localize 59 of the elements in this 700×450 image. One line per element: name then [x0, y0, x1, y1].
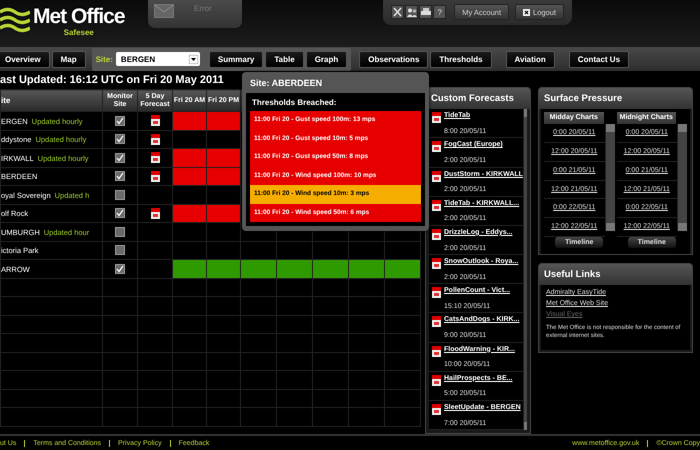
pdf-icon[interactable]: [432, 258, 441, 270]
column-header: ite: [0, 90, 102, 112]
scrollbar[interactable]: [604, 124, 614, 232]
pdf-icon[interactable]: [150, 208, 160, 219]
nav-button[interactable]: Contact Us: [568, 50, 630, 68]
printer-button[interactable]: [419, 5, 432, 19]
logo-subtitle: Safesee: [64, 28, 94, 37]
nav-button[interactable]: Graph: [306, 50, 348, 68]
tools-button[interactable]: [391, 5, 404, 19]
pdf-icon[interactable]: [432, 287, 441, 298]
panel-title: Useful Links: [539, 264, 692, 286]
monitor-checkbox[interactable]: [115, 152, 125, 163]
pdf-icon[interactable]: [150, 170, 160, 182]
caret-icon: [188, 54, 198, 64]
site-value: BERGEN: [120, 54, 156, 64]
scrollbar[interactable]: [677, 124, 687, 232]
site-label: Site:: [96, 54, 113, 64]
popup-heading: Thresholds Breached:: [251, 97, 338, 110]
pdf-icon[interactable]: [432, 316, 441, 328]
monitor-checkbox[interactable]: [115, 134, 125, 144]
people-button[interactable]: [405, 5, 418, 19]
pdf-icon[interactable]: [432, 228, 441, 240]
monitor-checkbox[interactable]: [115, 264, 125, 274]
monitor-checkbox[interactable]: [115, 245, 125, 256]
nav-button[interactable]: Summary: [208, 50, 264, 68]
panel-title: Custom Forecasts: [426, 88, 530, 110]
popup-title: Site: ABERDEEN: [249, 77, 324, 90]
nav-button[interactable]: Map: [52, 50, 86, 68]
printer-icon: [420, 8, 431, 16]
pdf-icon[interactable]: [432, 346, 441, 357]
pdf-icon[interactable]: [432, 141, 441, 152]
last-updated: ast Updated: 16:12 UTC on Fri 20 May 2011: [0, 73, 224, 88]
pdf-icon[interactable]: [150, 134, 160, 145]
envelope-icon: [154, 4, 174, 18]
monitor-checkbox[interactable]: [115, 226, 125, 237]
nav-button[interactable]: Overview: [0, 50, 50, 68]
scrollbar[interactable]: [522, 109, 527, 430]
people-icon: [406, 8, 417, 16]
pdf-icon[interactable]: [432, 170, 441, 182]
nav-button[interactable]: Aviation: [506, 50, 555, 68]
close-icon: [523, 8, 530, 16]
pdf-icon[interactable]: [432, 200, 441, 211]
logo-icon: [0, 6, 30, 34]
nav-button[interactable]: Table: [265, 50, 304, 68]
pdf-icon[interactable]: [150, 115, 160, 126]
monitor-checkbox[interactable]: [115, 171, 125, 182]
monitor-checkbox[interactable]: [115, 208, 125, 218]
pdf-icon[interactable]: [432, 404, 441, 416]
logo-title: Met Office: [33, 6, 125, 28]
pdf-icon[interactable]: [432, 374, 441, 386]
help-button[interactable]: ?: [433, 5, 446, 19]
site-select[interactable]: BERGEN: [116, 52, 200, 66]
panel-title: Surface Pressure: [539, 88, 692, 110]
pdf-icon[interactable]: [150, 152, 160, 164]
monitor-checkbox[interactable]: [115, 190, 125, 200]
nav-button[interactable]: Thresholds: [430, 50, 492, 68]
pdf-icon[interactable]: [432, 112, 441, 124]
monitor-checkbox[interactable]: [115, 116, 125, 126]
nav-button[interactable]: Observations: [359, 50, 428, 68]
